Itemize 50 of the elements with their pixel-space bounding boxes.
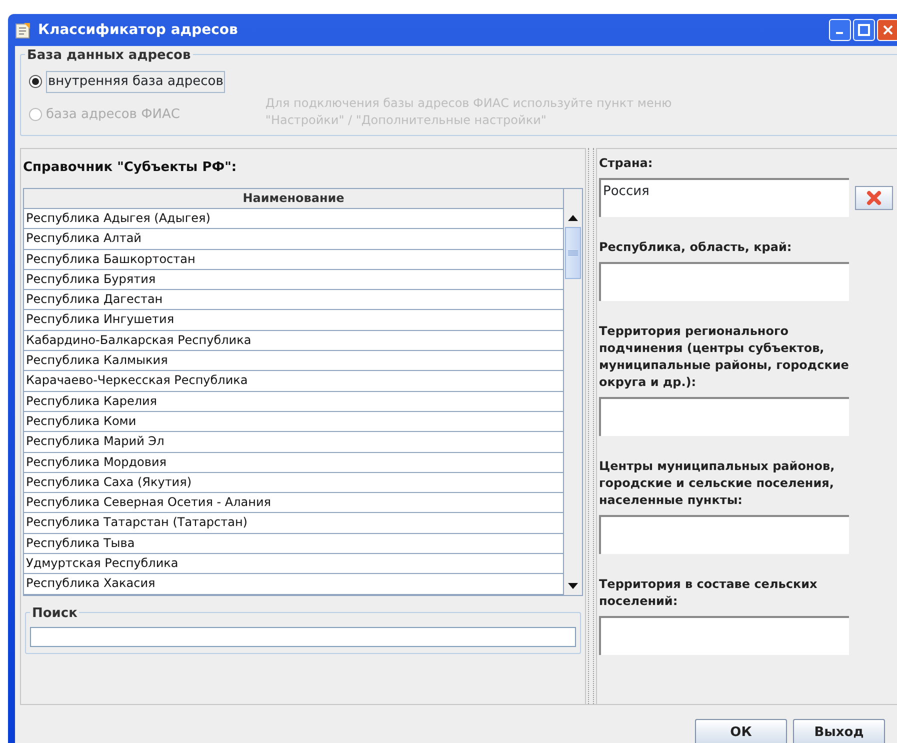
table-cell: Республика Ингушетия xyxy=(24,310,564,331)
close-button[interactable] xyxy=(877,19,897,41)
clear-icon[interactable] xyxy=(866,190,882,206)
table-cell: Республика Мордовия xyxy=(24,452,564,473)
panel-title: Справочник "Субъекты РФ": xyxy=(23,159,238,177)
field-label: Центры муниципальных районов, городские и сельские поселения, населенные пункты: xyxy=(599,458,836,509)
table-cell: Карачаево-Черкесская Республика xyxy=(24,371,564,392)
input-field[interactable] xyxy=(599,262,849,301)
table-cell: Республика Алтай xyxy=(24,229,564,250)
table-cell: Республика Тыва xyxy=(24,534,564,554)
window-title: Классификатор адресов xyxy=(38,20,238,40)
scroll-thumb[interactable] xyxy=(565,227,581,279)
table-cell: Республика Марий Эл xyxy=(24,432,564,453)
grip-icon[interactable] xyxy=(568,250,578,256)
dialog-button[interactable]: Выход xyxy=(793,719,885,743)
radio-button[interactable] xyxy=(29,75,42,88)
table-cell: Республика Северная Осетия - Алания xyxy=(24,493,564,514)
scroll-up-icon[interactable] xyxy=(568,215,578,221)
table-cell: Республика Калмыкия xyxy=(24,351,564,372)
radio-label[interactable]: внутренняя база адресов xyxy=(46,71,226,92)
scroll-down-icon[interactable] xyxy=(568,582,578,589)
field-label: Страна: xyxy=(599,155,654,172)
maximize-icon[interactable] xyxy=(858,24,870,36)
column-header[interactable]: Наименование xyxy=(24,189,564,209)
table-cell: Удмуртская Республика xyxy=(24,554,564,574)
table-cell: Республика Татарстан (Татарстан) xyxy=(24,513,564,534)
table-cell: Кабардино-Балкарская Республика xyxy=(24,330,564,352)
close-icon[interactable] xyxy=(882,24,894,36)
table-cell: Республика Хакасия xyxy=(24,574,564,595)
minimize-button[interactable] xyxy=(829,19,851,41)
input-field[interactable] xyxy=(599,515,849,554)
search-field[interactable] xyxy=(30,626,576,647)
input-field[interactable] xyxy=(599,616,849,655)
scrollbar[interactable] xyxy=(564,189,582,595)
input-field[interactable] xyxy=(599,397,849,436)
table-cell: Республика Башкортостан xyxy=(24,250,564,270)
clear-button[interactable] xyxy=(855,186,893,210)
table-cell: Республика Коми xyxy=(24,412,564,432)
dialog-button[interactable]: ОК xyxy=(695,719,787,743)
maximize-button[interactable] xyxy=(853,19,875,41)
table-cell: Республика Дагестан xyxy=(24,290,564,310)
table-cell: Республика Адыгея (Адыгея) xyxy=(24,209,564,230)
table-cell: Республика Бурятия xyxy=(24,270,564,290)
table-cell: Республика Саха (Якутия) xyxy=(24,472,564,494)
field-label: Республика, область, край: xyxy=(599,239,793,256)
field-label: Территория в составе сельских поселений: xyxy=(599,576,818,610)
field-label: Территория регионального подчинения (центры субъектов, муниципальные районы, городские округа и др.): xyxy=(599,323,850,391)
app-icon xyxy=(15,21,33,39)
table-cell: Республика Карелия xyxy=(24,392,564,412)
input-field[interactable]: Россия xyxy=(599,178,849,217)
